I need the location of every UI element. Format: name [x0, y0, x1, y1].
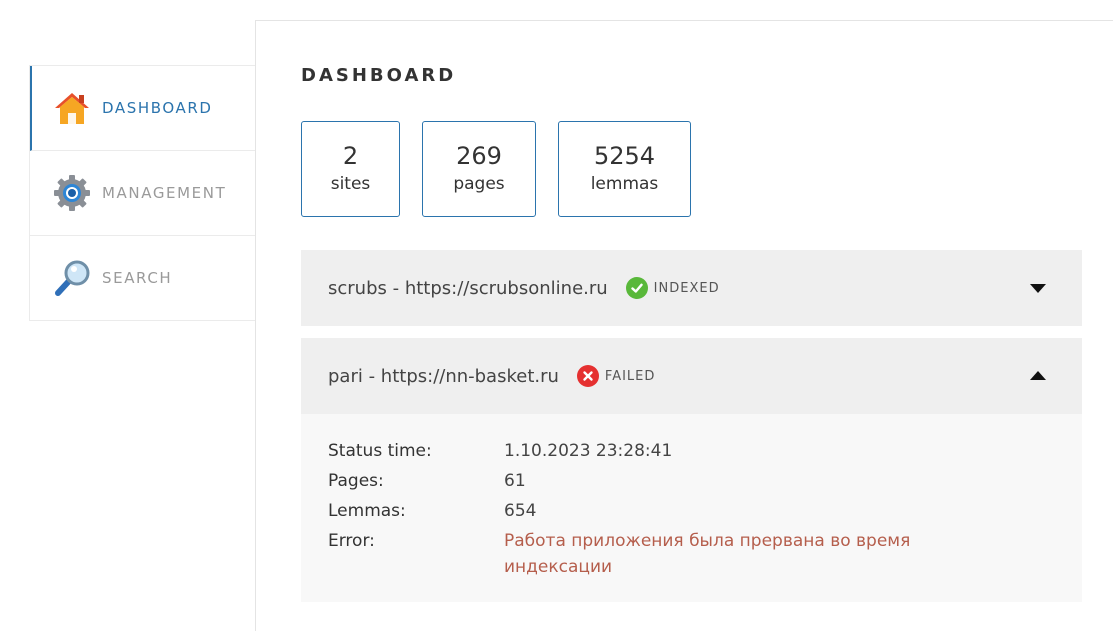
site-header[interactable]: pari - https://nn-basket.ru FAILED [301, 338, 1082, 414]
detail-label: Status time: [328, 441, 432, 461]
detail-row-error: Error: Работа приложения была прервана в… [328, 526, 1055, 580]
detail-row-pages: Pages: 61 [328, 466, 1055, 496]
detail-row-lemmas: Lemmas: 654 [328, 496, 1055, 526]
sidebar: DASHBOARD MANAGEMENT SEARCH [29, 65, 255, 321]
sidebar-item-management[interactable]: MANAGEMENT [30, 151, 255, 236]
sidebar-item-dashboard[interactable]: DASHBOARD [30, 66, 255, 151]
stat-label: lemmas [590, 174, 659, 194]
site-name: scrubs - https://scrubsonline.ru [328, 277, 608, 299]
stat-card-lemmas: 5254 lemmas [558, 121, 691, 217]
check-icon [625, 277, 648, 299]
detail-label: Lemmas: [328, 501, 406, 521]
magnifier-icon [52, 258, 92, 298]
main-panel: DASHBOARD 2 sites 269 pages 5254 lemmas … [255, 20, 1113, 631]
stats-row: 2 sites 269 pages 5254 lemmas [301, 121, 713, 217]
stat-value: 269 [456, 142, 502, 170]
sidebar-item-label: SEARCH [102, 269, 173, 287]
detail-row-status-time: Status time: 1.10.2023 23:28:41 [328, 436, 1055, 466]
site-panel-scrubs: scrubs - https://scrubsonline.ru INDEXED [301, 250, 1082, 326]
home-icon [52, 88, 92, 128]
detail-value: 654 [504, 501, 537, 521]
site-header[interactable]: scrubs - https://scrubsonline.ru INDEXED [301, 250, 1082, 326]
stat-label: pages [453, 174, 505, 194]
detail-label: Pages: [328, 471, 384, 491]
detail-value: 1.10.2023 23:28:41 [504, 441, 673, 461]
site-name: pari - https://nn-basket.ru [328, 365, 559, 387]
sidebar-item-label: DASHBOARD [102, 99, 213, 117]
site-details: Status time: 1.10.2023 23:28:41 Pages: 6… [301, 414, 1082, 602]
chevron-down-icon[interactable] [1030, 284, 1046, 293]
sidebar-item-search[interactable]: SEARCH [30, 236, 255, 320]
chevron-up-icon[interactable] [1030, 371, 1046, 380]
detail-label: Error: [328, 531, 375, 551]
gear-icon [52, 173, 92, 213]
error-message: Работа приложения была прервана во время… [504, 531, 911, 577]
status-text: FAILED [604, 368, 656, 384]
status-text: INDEXED [653, 280, 720, 296]
stat-card-sites: 2 sites [301, 121, 400, 217]
detail-value: 61 [504, 471, 526, 491]
site-panel-pari: pari - https://nn-basket.ru FAILED Statu… [301, 338, 1082, 602]
stat-label: sites [330, 174, 371, 194]
sidebar-item-label: MANAGEMENT [102, 184, 227, 202]
stat-value: 2 [342, 142, 359, 170]
status-badge: FAILED [576, 365, 656, 387]
stat-value: 5254 [593, 142, 656, 170]
page-title: DASHBOARD [301, 65, 457, 86]
status-badge: INDEXED [625, 277, 720, 299]
stat-card-pages: 269 pages [422, 121, 536, 217]
x-icon [576, 365, 599, 387]
